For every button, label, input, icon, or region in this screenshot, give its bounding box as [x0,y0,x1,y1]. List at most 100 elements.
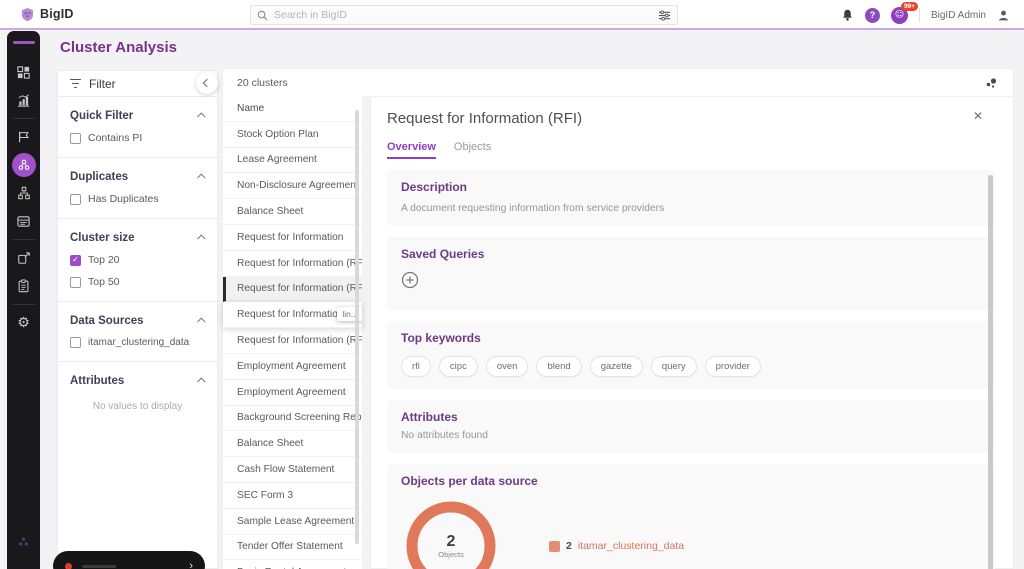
list-item[interactable]: Request for Information (RFI) [223,328,362,354]
list-item[interactable]: Request for Information (RFI) lin... [223,302,362,328]
close-icon[interactable]: ✕ [973,109,983,123]
list-item[interactable]: Balance Sheet [223,431,362,457]
keyword-pill[interactable]: cipc [439,356,478,377]
list-item[interactable]: Balance Sheet [223,199,362,225]
keyword-pill[interactable]: query [651,356,697,377]
filter-section-quick-filter[interactable]: Quick Filter [70,110,205,122]
chevron-up-icon[interactable] [197,317,205,325]
chevron-right-icon[interactable]: › [189,560,193,569]
search-input[interactable] [274,9,652,21]
list-item[interactable]: Sample Lease Agreement [223,509,362,535]
nav-divider [13,118,35,119]
checkbox-itamar-clustering-data[interactable] [70,337,81,348]
filter-title: Filter [89,77,191,91]
clipboard-icon [17,279,30,293]
list-item[interactable]: Tender Offer Statement [223,535,362,561]
filter-section-data-sources[interactable]: Data Sources [70,315,205,327]
description-text: A document requesting information from s… [401,203,981,214]
filter-option-contains-pi[interactable]: Contains PI [70,132,205,144]
filter-section-duplicates[interactable]: Duplicates [70,171,205,183]
chevron-up-icon[interactable] [197,234,205,242]
attributes-empty-text: No attributes found [401,430,981,441]
checkbox-top-50[interactable] [70,277,81,288]
nav-collapse-indicator[interactable] [13,41,35,44]
donut-legend-item[interactable]: 2 itamar_clustering_data [549,540,684,552]
sidebar-item-applications[interactable] [7,244,40,272]
objects-per-data-source-heading: Objects per data source [401,474,981,488]
bigid-logo[interactable]: BigID [20,7,230,22]
tab-overview[interactable]: Overview [387,141,436,159]
filter-section-cluster-size[interactable]: Cluster size [70,232,205,244]
keyword-pill[interactable]: provider [705,356,761,377]
sidebar-item-reports[interactable] [7,123,40,151]
cluster-analysis-icon [17,158,31,172]
list-item[interactable]: Background Screening Report [223,406,362,432]
sidebar-item-dashboard[interactable] [7,58,40,86]
list-item-selected[interactable]: Request for Information (RFI) [223,277,362,303]
user-avatar-icon[interactable] [997,9,1010,22]
search-filters-icon[interactable] [658,10,671,21]
list-item[interactable]: Request for Information (RFI) [223,251,362,277]
saved-queries-section: Saved Queries [387,237,995,310]
screen-recorder-toolbar[interactable]: › [53,551,205,569]
global-search[interactable] [250,5,678,25]
keyword-pill[interactable]: gazette [590,356,643,377]
filter-option-top-20[interactable]: Top 20 [70,254,205,266]
description-heading: Description [401,180,981,194]
attributes-heading: Attributes [401,410,981,424]
detail-title: Request for Information (RFI) [387,110,995,127]
checkbox-contains-pi[interactable] [70,133,81,144]
filter-option-itamar-clustering-data[interactable]: itamar_clustering_data [70,337,205,348]
add-query-button[interactable] [401,271,419,289]
filter-header[interactable]: Filter [58,71,217,97]
keyword-pill[interactable]: blend [536,356,581,377]
keyword-pill[interactable]: oven [486,356,529,377]
hierarchy-icon [17,186,31,200]
list-item[interactable]: Employment Agreement [223,354,362,380]
clusters-count: 20 clusters [237,77,288,89]
nav-divider [13,304,35,305]
filter-option-has-duplicates[interactable]: Has Duplicates [70,193,205,205]
sidebar-item-cluster-shortcut[interactable] [7,527,40,555]
detail-scrollbar[interactable] [988,175,993,569]
list-item[interactable]: Stock Option Plan [223,122,362,148]
help-icon[interactable]: ? [865,8,880,23]
notification-badge: 99+ [901,2,918,12]
notifications-bell-icon[interactable] [841,8,854,22]
list-column-header[interactable]: Name [223,96,362,122]
chevron-up-icon[interactable] [197,377,205,385]
list-item[interactable]: Basic Rental Agreement [223,560,362,569]
checkbox-has-duplicates[interactable] [70,194,81,205]
chevron-up-icon[interactable] [197,173,205,181]
left-nav: ⚙ [7,31,40,569]
list-item[interactable]: Non-Disclosure Agreement [223,173,362,199]
chevron-up-icon[interactable] [197,112,205,120]
list-item[interactable]: Cash Flow Statement [223,457,362,483]
tab-objects[interactable]: Objects [454,141,491,159]
sidebar-item-policies[interactable] [7,272,40,300]
sidebar-item-analytics[interactable] [7,86,40,114]
checkbox-top-20[interactable] [70,255,81,266]
page-title: Cluster Analysis [60,39,177,56]
sidebar-item-catalog[interactable] [7,207,40,235]
keyword-pill[interactable]: rfi [401,356,431,377]
attributes-empty-text: No values to display [70,401,205,412]
divider [58,157,217,158]
dashboard-icon [16,65,31,80]
filter-collapse-button[interactable] [196,72,218,94]
whats-new-icon[interactable]: ☺ 99+ [891,7,908,24]
filter-section-attributes[interactable]: Attributes [70,375,205,387]
legend-count: 2 [566,540,572,552]
filter-option-top-50[interactable]: Top 50 [70,276,205,288]
cluster-view-icon[interactable] [983,76,999,90]
cluster-detail-panel: Request for Information (RFI) ✕ Overview… [370,96,1014,569]
list-item[interactable]: SEC Form 3 [223,483,362,509]
list-item[interactable]: Request for Information [223,225,362,251]
list-scrollbar[interactable] [355,110,359,544]
top-keywords-heading: Top keywords [401,331,981,345]
list-item[interactable]: Employment Agreement [223,380,362,406]
sidebar-item-settings[interactable]: ⚙ [7,309,40,337]
list-item[interactable]: Lease Agreement [223,148,362,174]
sidebar-item-cluster-analysis[interactable] [7,151,40,179]
sidebar-item-correlation[interactable] [7,179,40,207]
